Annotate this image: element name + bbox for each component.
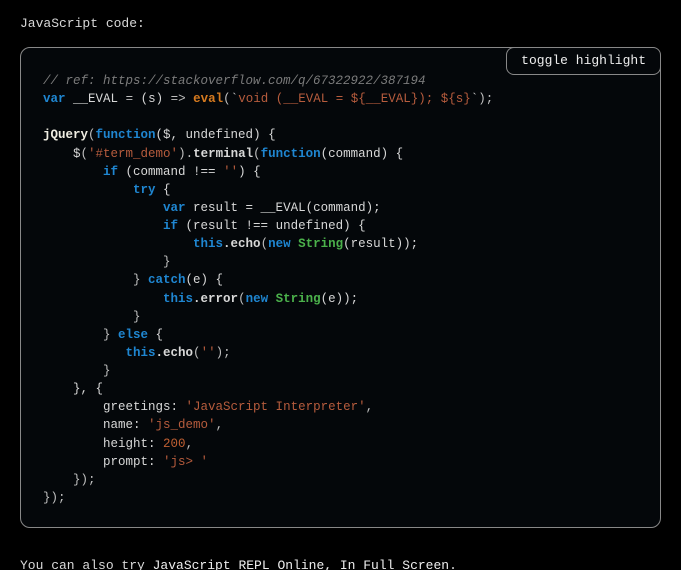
opts-open: }, { [73, 382, 103, 396]
code-label: JavaScript code: [20, 16, 661, 31]
p: ( [253, 147, 261, 161]
k-prompt: prompt: [103, 455, 156, 469]
kw-new2: new [246, 292, 269, 306]
fn-dollar: $ [73, 147, 81, 161]
tmpl-open: (` [223, 92, 238, 106]
k-height: height: [103, 437, 156, 451]
kw-if2: if [163, 219, 178, 233]
echo-arg: (result)); [343, 237, 418, 251]
else-open: { [148, 328, 163, 342]
fn-eval: eval [193, 92, 223, 106]
kw-this2: this [163, 292, 193, 306]
footer-text: You can also try JavaScript REPL Online,… [20, 558, 661, 570]
brace: } [103, 364, 111, 378]
p: ). [178, 147, 193, 161]
v-name: 'js_demo' [148, 418, 216, 432]
brace: } [163, 255, 171, 269]
p: } [103, 328, 118, 342]
m-error: .error [193, 292, 238, 306]
kw-else: else [118, 328, 148, 342]
kw-if: if [103, 165, 118, 179]
t-string: String [291, 237, 344, 251]
selector: '#term_demo' [88, 147, 178, 161]
kw-var2: var [163, 201, 186, 215]
code-container: toggle highlight // ref: https://stackov… [20, 47, 661, 528]
k-greet: greetings: [103, 400, 178, 414]
ident-eval: __EVAL [73, 92, 118, 106]
kw-try: try [133, 183, 156, 197]
op-eq: = [126, 92, 134, 106]
m-echo2: .echo [156, 346, 194, 360]
comma: , [186, 437, 194, 451]
fn-jquery: jQuery [43, 128, 88, 142]
if2-cond: (result !== undefined) { [178, 219, 366, 233]
v-height: 200 [163, 437, 186, 451]
kw-this: this [193, 237, 223, 251]
v-greet: 'JavaScript Interpreter' [186, 400, 366, 414]
arrow-param: (s) [141, 92, 164, 106]
p: ); [216, 346, 231, 360]
result-assign: result = __EVAL(command); [186, 201, 381, 215]
comment-ref: // ref: https://stackoverflow.com/q/6732… [43, 74, 426, 88]
try-open: { [156, 183, 171, 197]
tmpl-body: void (__EVAL = ${__EVAL}); ${s} [238, 92, 471, 106]
m-terminal: terminal [193, 147, 253, 161]
kw-function: function [96, 128, 156, 142]
p: ( [88, 128, 96, 142]
kw-catch: catch [148, 273, 186, 287]
page-root: JavaScript code: toggle highlight // ref… [0, 0, 681, 570]
jq-close: }); [43, 491, 66, 505]
empty-str: '' [223, 165, 238, 179]
footer-pre: You can also try [20, 558, 153, 570]
kw-var: var [43, 92, 66, 106]
empty-str2: '' [201, 346, 216, 360]
footer-post: . [449, 558, 457, 570]
if-cond: (command !== [118, 165, 223, 179]
toggle-highlight-button[interactable]: toggle highlight [506, 47, 661, 75]
t-string2: String [268, 292, 321, 306]
repl-link[interactable]: JavaScript REPL Online, In Full Screen [153, 558, 449, 570]
err-arg: (e)); [321, 292, 359, 306]
kw-this3: this [126, 346, 156, 360]
catch-open: (e) { [186, 273, 224, 287]
comma: , [366, 400, 374, 414]
code-block: // ref: https://stackoverflow.com/q/6732… [43, 72, 638, 507]
p: ( [193, 346, 201, 360]
m-echo: .echo [223, 237, 261, 251]
if-close: ) { [238, 165, 261, 179]
p: ( [238, 292, 246, 306]
opts-close: }); [73, 473, 96, 487]
kw-function2: function [261, 147, 321, 161]
v-prompt: 'js> ' [163, 455, 208, 469]
brace: } [133, 310, 141, 324]
kw-new: new [268, 237, 291, 251]
p: ( [261, 237, 269, 251]
arrow: => [171, 92, 186, 106]
k-name: name: [103, 418, 141, 432]
p: } [133, 273, 148, 287]
comma: , [216, 418, 224, 432]
tmpl-close: `); [471, 92, 494, 106]
p: ( [81, 147, 89, 161]
fn-params: (command) { [321, 147, 404, 161]
jq-params: ($, undefined) { [156, 128, 276, 142]
